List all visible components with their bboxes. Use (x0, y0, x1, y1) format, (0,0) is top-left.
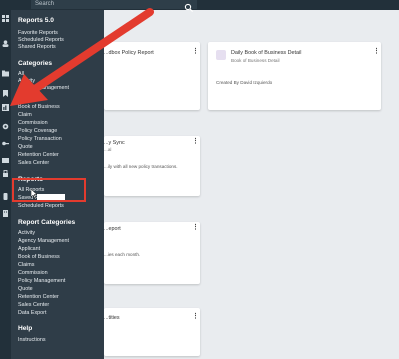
report-category-item[interactable]: Quote (18, 286, 33, 292)
report-category-item[interactable]: Activity (18, 230, 35, 236)
card-description: ...ies each month. (104, 252, 141, 257)
card-title: ...eport (104, 226, 121, 232)
report-card[interactable]: ...dbox Policy Report ⋮ (104, 42, 200, 110)
category-item[interactable]: Book of Business (18, 104, 60, 110)
category-item[interactable]: Agency Management (18, 85, 69, 91)
card-title: ...y Sync (104, 140, 125, 146)
instructions-link[interactable]: Instructions (18, 337, 46, 343)
building-icon[interactable] (2, 210, 9, 217)
more-options-icon[interactable]: ⋮ (192, 48, 199, 55)
help-title: Help (18, 325, 33, 332)
phone-icon[interactable] (2, 193, 9, 200)
category-item[interactable]: Retention Center (18, 152, 59, 158)
card-subtitle: Book of Business Detail (231, 58, 280, 63)
card-title: ...dbox Policy Report (104, 50, 154, 56)
card-description: Created By David Izquierdo (216, 80, 273, 85)
report-categories-title: Report Categories (18, 219, 76, 226)
card-title: ...tities (104, 315, 120, 321)
report-category-item[interactable]: Claims (18, 262, 34, 268)
annotation-highlight-box (12, 178, 86, 202)
lock-icon[interactable] (2, 170, 9, 177)
folder-icon[interactable] (2, 70, 9, 77)
mouse-cursor-icon (31, 189, 37, 198)
main-content: ...dbox Policy Report ⋮ Daily Book of Bu… (104, 10, 399, 359)
categories-title: Categories (18, 60, 53, 67)
report-category-item[interactable]: Book of Business (18, 254, 60, 260)
category-item[interactable]: Sales Center (18, 160, 49, 166)
more-options-icon[interactable]: ⋮ (192, 138, 199, 145)
report-icon (216, 50, 226, 60)
report-category-item[interactable]: Policy Management (18, 278, 65, 284)
report-category-item[interactable]: Sales Center (18, 302, 49, 308)
key-icon[interactable] (2, 140, 9, 147)
dashboard-icon[interactable] (2, 15, 9, 22)
report-category-item[interactable]: Applicant (18, 246, 40, 252)
report-card[interactable]: ...tities ⋮ (104, 308, 200, 356)
user-icon[interactable] (2, 40, 9, 47)
more-options-icon[interactable]: ⋮ (192, 313, 199, 320)
report-card[interactable]: ...eport ...ies each month. ⋮ (104, 222, 200, 284)
category-item[interactable]: Quote (18, 144, 33, 150)
report-category-item[interactable]: Data Export (18, 310, 46, 316)
more-options-icon[interactable]: ⋮ (192, 224, 199, 231)
scheduled-reports-link-2[interactable]: Scheduled Reports (18, 203, 64, 209)
settings-icon[interactable] (2, 123, 9, 130)
reports-title: Reports 5.0 (18, 17, 54, 24)
category-item[interactable]: Activity (18, 78, 35, 84)
card-subtitle: ...al (104, 147, 112, 152)
category-item[interactable]: Policy Coverage (18, 128, 57, 134)
category-item[interactable]: All (18, 71, 24, 77)
bookmark-icon[interactable] (2, 90, 9, 97)
favorite-reports-link[interactable]: Favorite Reports (18, 30, 58, 36)
scheduled-reports-link[interactable]: Scheduled Reports (18, 37, 64, 43)
report-category-item[interactable]: Retention Center (18, 294, 59, 300)
shared-reports-link[interactable]: Shared Reports (18, 44, 56, 50)
category-item[interactable]: Applicant (18, 96, 40, 102)
report-category-item[interactable]: Agency Management (18, 238, 69, 244)
report-category-item[interactable]: Commission (18, 270, 48, 276)
category-item[interactable]: Claim (18, 112, 32, 118)
search-input[interactable]: Search (31, 0, 197, 9)
category-item[interactable]: Commission (18, 120, 48, 126)
card-description: ...ily with all new policy transactions. (104, 164, 178, 169)
report-card[interactable]: Daily Book of Business Detail Book of Bu… (208, 42, 381, 110)
report-card[interactable]: ...y Sync ...al ...ily with all new poli… (104, 136, 200, 196)
icon-rail (0, 10, 11, 359)
chart-icon[interactable] (2, 104, 9, 111)
top-bar: Search (0, 0, 399, 13)
card-title: Daily Book of Business Detail (231, 50, 302, 56)
category-item[interactable]: Policy Transaction (18, 136, 62, 142)
search-icon[interactable] (184, 0, 194, 13)
mail-icon[interactable] (2, 157, 9, 164)
more-options-icon[interactable]: ⋮ (373, 48, 380, 55)
